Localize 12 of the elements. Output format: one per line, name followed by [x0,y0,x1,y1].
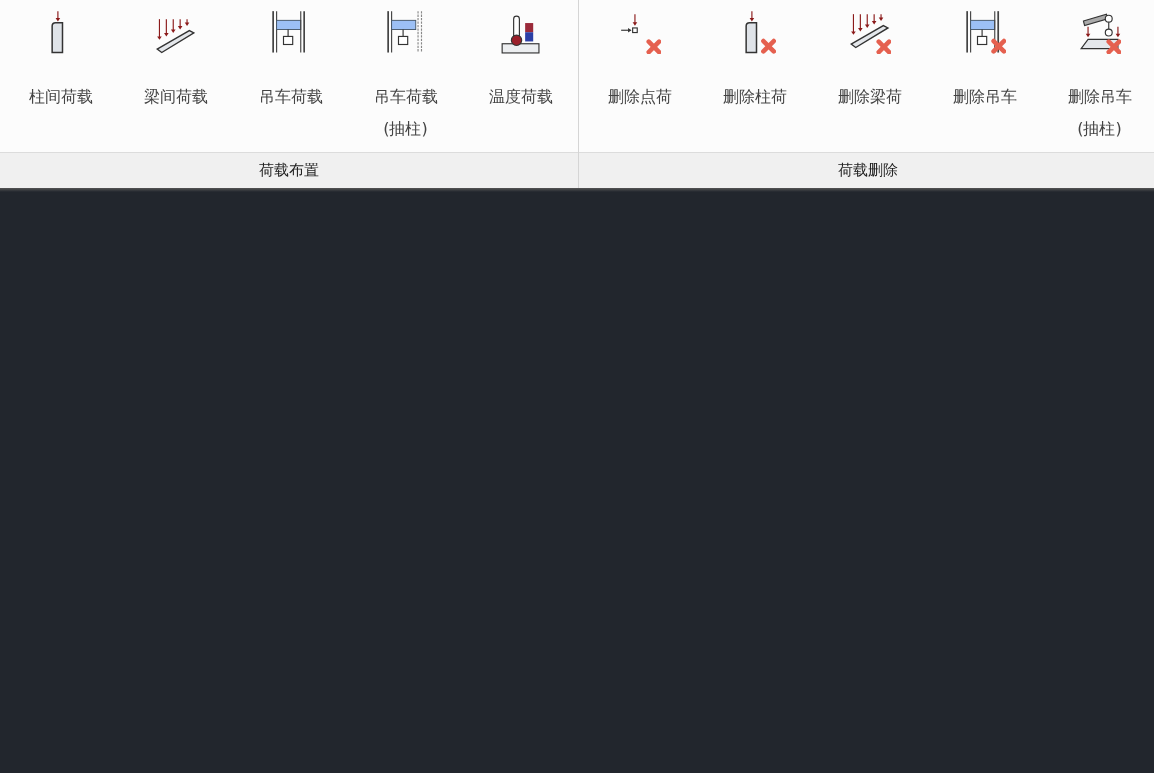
group-title: 荷载布置 [259,160,319,182]
ribbon-button[interactable]: 柱间荷载 [3,4,118,107]
ribbon-button[interactable]: 吊车荷载 (抽柱) [348,4,463,139]
ribbon-button[interactable]: 删除点荷 [582,4,697,107]
ribbon-button[interactable]: 删除吊车 [927,4,1042,107]
ribbon-button[interactable]: 梁间荷载 [118,4,233,107]
ribbon-button[interactable]: 吊车荷载 [233,4,348,107]
ribbon-button[interactable]: 删除吊车 (抽柱) [1042,4,1154,139]
ribbon-button[interactable]: 删除梁荷 [812,4,927,107]
group-title: 荷载删除 [838,160,898,182]
ribbon-button[interactable]: 温度荷载 [463,4,578,107]
ribbon-button[interactable]: 删除柱荷 [697,4,812,107]
